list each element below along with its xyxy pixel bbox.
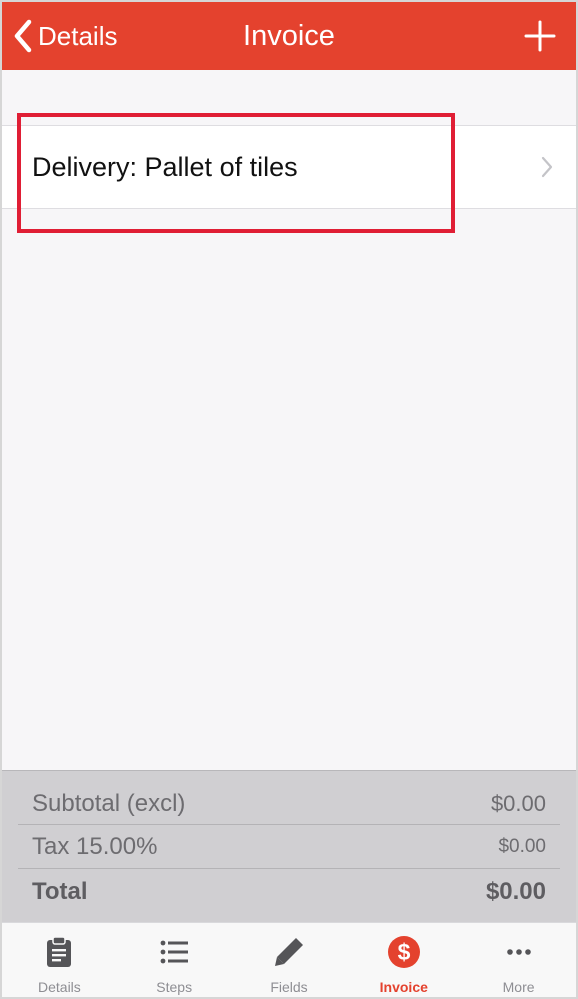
tab-details[interactable]: Details [2,923,117,997]
tab-label: Details [38,979,81,995]
tab-fields[interactable]: Fields [232,923,347,997]
plus-icon [524,20,556,52]
dollar-icon: $ [387,936,420,968]
svg-text:$: $ [397,939,410,965]
invoice-items-list: Delivery: Pallet of tiles [2,70,576,770]
tab-label: More [502,979,535,995]
tax-label: Tax 15.00% [32,833,158,860]
totals-panel: Subtotal (excl) $0.00 Tax 15.00% $0.00 T… [2,770,576,922]
back-button-label: Details [38,21,118,51]
subtotal-value: $0.00 [490,790,546,816]
tab-label: Invoice [379,979,428,995]
clipboard-icon [47,936,72,967]
subtotal-row: Subtotal (excl) $0.00 [18,783,560,825]
more-icon [506,949,531,955]
total-value: $0.00 [485,877,546,905]
navigation-bar: Details Invoice [2,2,576,70]
chevron-left-icon [14,19,32,53]
list-icon [160,940,189,964]
total-row: Total $0.00 [18,870,560,913]
tax-row: Tax 15.00% $0.00 [18,826,560,869]
list-item[interactable]: Delivery: Pallet of tiles [2,125,576,209]
tax-value: $0.00 [498,836,546,857]
app-screen: Details Invoice Delivery: Pallet of tile… [0,0,578,999]
tab-steps[interactable]: Steps [117,923,232,997]
list-item-label: Delivery: Pallet of tiles [32,151,298,182]
chevron-right-icon [540,155,554,179]
tab-label: Fields [270,979,308,995]
tab-more[interactable]: More [461,923,576,997]
tab-label: Steps [156,979,193,995]
pencil-icon [274,938,303,966]
back-button[interactable]: Details [12,16,117,56]
tab-bar: Details Steps Fields $ Invoice More [2,922,576,997]
total-label: Total [32,877,88,905]
tab-invoice[interactable]: $ Invoice [346,923,461,997]
add-button[interactable] [522,18,558,54]
subtotal-label: Subtotal (excl) [32,789,186,817]
